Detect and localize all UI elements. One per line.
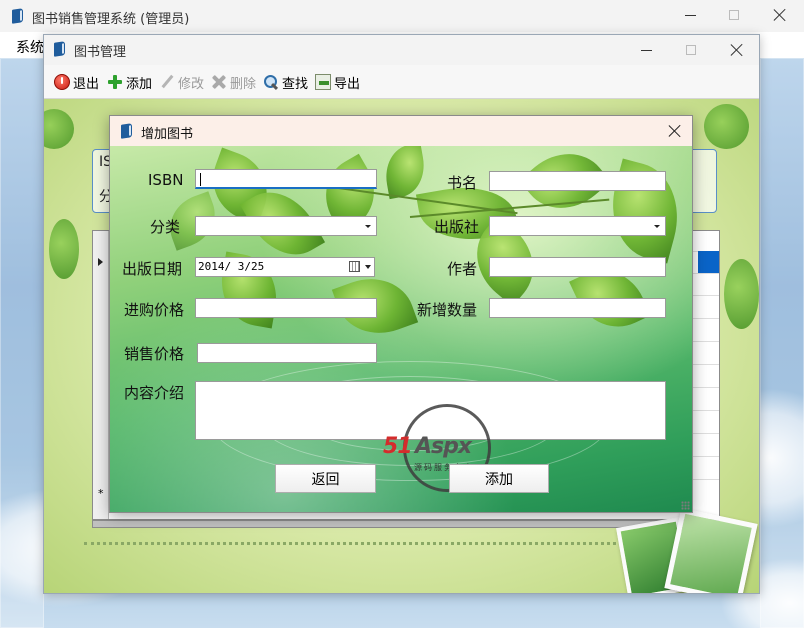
book-minimize-button[interactable] [624,35,668,65]
publish-date-picker[interactable]: 2014/ 3/25 [195,257,375,277]
quantity-input[interactable] [489,298,666,318]
chevron-down-icon [649,217,665,235]
minimize-icon [640,49,652,51]
grid-row-header: * [93,231,109,519]
text-caret [200,173,201,186]
watermark-logo: 51 Aspx 源码服务专家 [383,404,518,512]
watermark-brand-text: Aspx [415,434,472,459]
maximize-icon [729,10,739,20]
submit-add-button[interactable]: 添加 [449,464,549,493]
calendar-icon [349,261,360,272]
back-button[interactable]: 返回 [275,464,376,493]
photo-decoration [664,507,758,593]
add-book-dialog: 增加图书 ISBN 书名 分类 出版社 出版日期 2014/ 3/25 作者 进… [109,115,693,513]
book-close-button[interactable] [715,35,759,65]
exit-button[interactable]: 退出 [54,73,100,92]
quantity-label: 新增数量 [417,301,478,319]
menu-system[interactable]: 系统 [16,37,44,57]
publish-date-value: 2014/ 3/25 [198,260,265,273]
chevron-down-icon [360,217,376,235]
sale-price-input[interactable] [197,343,377,363]
title-label: 书名 [447,174,478,192]
add-dialog-book-icon [119,123,135,139]
export-label: 导出 [334,76,361,92]
add-dialog-titlebar: 增加图书 [110,116,692,146]
publisher-label: 出版社 [434,218,480,236]
book-window-titlebar: 图书管理 [44,35,759,65]
find-button[interactable]: 查找 [263,73,309,92]
leaf-decoration [380,146,430,200]
description-label: 内容介绍 [124,384,185,402]
pencil-icon [159,74,175,90]
vine-decoration [44,109,74,149]
edit-label: 修改 [178,76,205,92]
add-label: 添加 [126,76,153,92]
plus-icon [107,74,123,90]
add-dialog-title: 增加图书 [141,127,194,142]
find-label: 查找 [282,76,309,92]
publish-date-label: 出版日期 [122,260,183,278]
main-titlebar: 图书销售管理系统 (管理员) [0,0,804,32]
exit-label: 退出 [73,76,100,92]
author-label: 作者 [447,260,478,278]
watermark-brand-number: 51 [383,434,413,459]
new-row-marker: * [98,487,104,500]
category-select[interactable] [195,216,377,236]
app-book-icon [10,8,26,24]
vine-decoration [704,104,749,149]
resize-grip-icon[interactable] [681,501,690,510]
isbn-label: ISBN [148,171,184,189]
edit-button[interactable]: 修改 [159,73,205,92]
power-icon [54,74,70,90]
title-input[interactable] [489,171,666,191]
maximize-icon [686,45,696,55]
add-dialog-close-button[interactable] [658,116,692,146]
minimize-icon [684,14,696,16]
export-icon [315,74,331,90]
delete-button[interactable]: 删除 [211,73,257,92]
book-window-title: 图书管理 [74,45,127,60]
selected-grid-cell[interactable] [698,251,719,273]
book-toolbar: 退出 添加 修改 删除 查找 导出 [44,65,759,99]
magnifier-icon [263,74,279,90]
close-icon [669,125,681,137]
book-window-icon [52,41,68,57]
book-maximize-button[interactable] [669,35,713,65]
chevron-down-icon [365,265,371,269]
author-input[interactable] [489,257,666,277]
category-label: 分类 [150,218,181,236]
sale-price-label: 销售价格 [124,345,185,363]
vine-decoration [49,219,79,279]
purchase-price-input[interactable] [195,298,377,318]
main-window-title: 图书销售管理系统 (管理员) [32,12,190,27]
delete-label: 删除 [230,76,257,92]
export-button[interactable]: 导出 [315,73,361,92]
main-window: 图书销售管理系统 (管理员) 系统 图书管理 退出 添加 修改 删除 查找 导出… [0,0,804,628]
isbn-input[interactable] [195,169,377,189]
add-dialog-body: ISBN 书名 分类 出版社 出版日期 2014/ 3/25 作者 进购价格 新… [110,146,692,512]
main-maximize-button[interactable] [712,0,756,30]
purchase-price-label: 进购价格 [124,301,185,319]
main-minimize-button[interactable] [668,0,712,30]
add-button[interactable]: 添加 [107,73,153,92]
vine-decoration [724,259,759,329]
close-icon [731,44,743,56]
background-tile [760,58,804,628]
delete-x-icon [211,74,227,90]
main-close-button[interactable] [758,0,802,30]
publisher-select[interactable] [489,216,666,236]
close-icon [774,9,786,21]
current-row-arrow-icon [98,258,103,266]
